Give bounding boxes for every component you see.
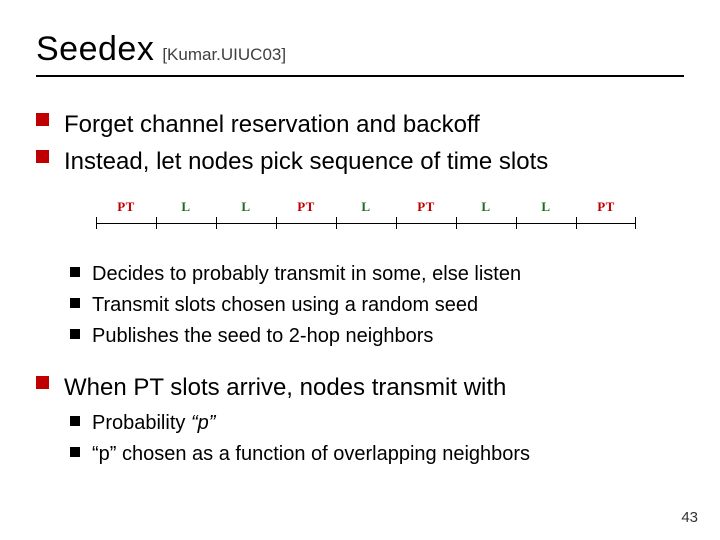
- timeline-label: PT: [576, 199, 636, 215]
- timeline-line: [96, 223, 636, 224]
- bullet-item: Forget channel reservation and backoff: [36, 109, 684, 140]
- bullet-item: Instead, let nodes pick sequence of time…: [36, 146, 684, 177]
- sub-bullet-item: Probability “p”: [70, 410, 684, 437]
- timeline-tick: [456, 217, 457, 229]
- timeline-tick: [635, 217, 636, 229]
- timeline-label: L: [216, 199, 276, 215]
- spacer: [36, 231, 684, 261]
- page-number: 43: [681, 509, 698, 526]
- timeline-labels: PT L L PT L PT L L PT: [96, 199, 636, 215]
- slide-citation: [Kumar.UIUC03]: [162, 45, 286, 65]
- timeline-diagram: PT L L PT L PT L L PT: [96, 199, 636, 231]
- bullet-item: When PT slots arrive, nodes transmit wit…: [36, 372, 684, 403]
- slide-body: Forget channel reservation and backoff I…: [36, 109, 684, 468]
- timeline-tick: [96, 217, 97, 229]
- sub-bullet-item: Decides to probably transmit in some, el…: [70, 261, 684, 288]
- slide: Seedex [Kumar.UIUC03] Forget channel res…: [0, 0, 720, 540]
- sub-bullet-text: Probability “p”: [92, 412, 215, 434]
- timeline-label: L: [516, 199, 576, 215]
- slide-title: Seedex: [36, 30, 154, 69]
- timeline-label: L: [156, 199, 216, 215]
- timeline-tick: [576, 217, 577, 229]
- timeline-tick: [336, 217, 337, 229]
- timeline-tick: [396, 217, 397, 229]
- sub-bullet-item: Publishes the seed to 2-hop neighbors: [70, 323, 684, 350]
- timeline-label: L: [456, 199, 516, 215]
- sub-bullet-item: Transmit slots chosen using a random see…: [70, 292, 684, 319]
- timeline-label: PT: [96, 199, 156, 215]
- sub-bullet-item: “p” chosen as a function of overlapping …: [70, 441, 684, 468]
- timeline-label: L: [336, 199, 396, 215]
- spacer: [36, 354, 684, 372]
- timeline-tick: [216, 217, 217, 229]
- sub-bullet-list-b: Probability “p” “p” chosen as a function…: [70, 410, 684, 468]
- timeline-label: PT: [276, 199, 336, 215]
- timeline-tick: [276, 217, 277, 229]
- sub-bullet-list-a: Decides to probably transmit in some, el…: [70, 261, 684, 350]
- bullet-list-mid: When PT slots arrive, nodes transmit wit…: [36, 372, 684, 403]
- title-rule: [36, 75, 684, 77]
- title-row: Seedex [Kumar.UIUC03]: [36, 30, 684, 69]
- timeline-tick: [516, 217, 517, 229]
- timeline-tick: [156, 217, 157, 229]
- timeline-axis: [96, 217, 636, 231]
- timeline-label: PT: [396, 199, 456, 215]
- bullet-list-top: Forget channel reservation and backoff I…: [36, 109, 684, 177]
